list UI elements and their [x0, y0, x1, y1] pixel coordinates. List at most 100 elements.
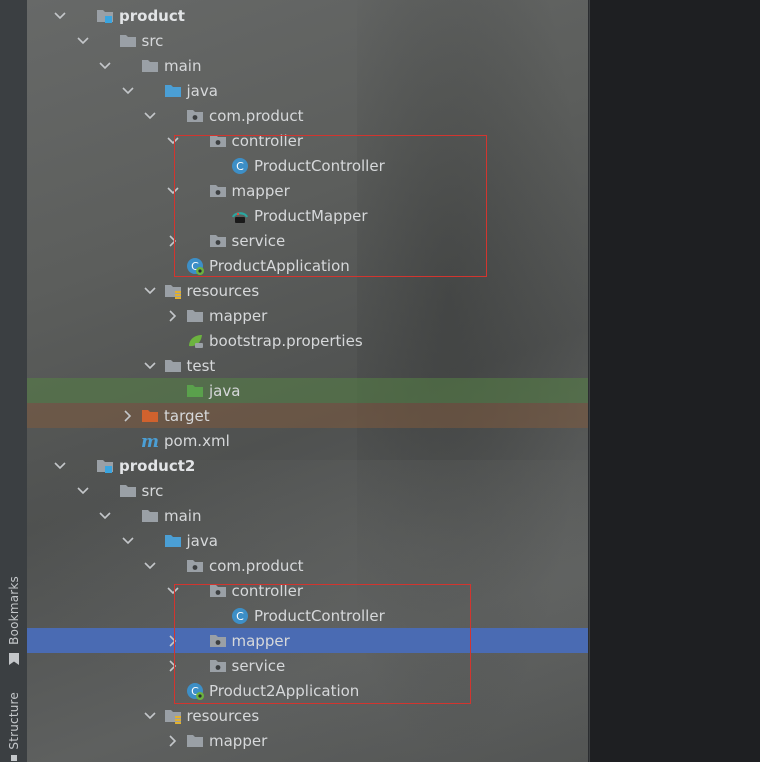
chevron-down-icon[interactable] — [143, 359, 157, 373]
tree-node-label: Product2Application — [209, 681, 360, 700]
tree-node-label: service — [231, 656, 286, 675]
tree-node[interactable]: C ProductController — [27, 603, 588, 628]
chevron-down-icon[interactable] — [166, 134, 180, 148]
tree-node[interactable]: mapper — [27, 303, 588, 328]
folder-icon — [119, 32, 137, 50]
tree-node[interactable]: ProductMapper — [27, 203, 588, 228]
tree-node[interactable]: service — [27, 228, 588, 253]
package-icon — [209, 657, 227, 675]
tree-node-label: main — [164, 56, 202, 75]
tree-node[interactable]: mapper — [27, 628, 588, 653]
tree-node-label: mapper — [231, 631, 290, 650]
test-root-folder-icon — [186, 382, 204, 400]
structure-icon[interactable] — [2, 754, 26, 762]
bookmarks-tab[interactable]: Bookmarks — [2, 575, 26, 645]
tree-node-label: ProductMapper — [254, 206, 368, 225]
chevron-down-icon[interactable] — [53, 459, 67, 473]
tree-node[interactable]: controller — [27, 578, 588, 603]
tree-node-label: product — [119, 6, 185, 25]
chevron-right-icon[interactable] — [166, 659, 180, 673]
tree-node-label: product2 — [119, 456, 196, 475]
chevron-right-icon[interactable] — [166, 309, 180, 323]
tree-node-label: bootstrap.properties — [209, 331, 363, 350]
tree-node[interactable]: C ProductApplication — [27, 253, 588, 278]
resources-folder-icon — [164, 282, 182, 300]
tree-node[interactable]: java — [27, 528, 588, 553]
chevron-right-icon[interactable] — [166, 634, 180, 648]
package-icon — [186, 107, 204, 125]
chevron-down-icon[interactable] — [166, 584, 180, 598]
tree-node[interactable]: controller — [27, 128, 588, 153]
tree-node-label: target — [164, 406, 210, 425]
tree-node[interactable]: src — [27, 28, 588, 53]
chevron-down-icon[interactable] — [121, 534, 135, 548]
tree-node[interactable]: java — [27, 378, 588, 403]
spring-boot-class-icon: C — [186, 682, 204, 700]
tree-node[interactable]: main — [27, 503, 588, 528]
spring-boot-class-icon: C — [186, 257, 204, 275]
source-root-folder-icon — [164, 82, 182, 100]
tree-node-label: resources — [186, 706, 260, 725]
spring-properties-icon — [186, 332, 204, 350]
folder-icon — [141, 507, 159, 525]
package-icon — [209, 582, 227, 600]
tree-node[interactable]: product — [27, 3, 588, 28]
chevron-right-icon[interactable] — [121, 409, 135, 423]
chevron-down-icon[interactable] — [143, 284, 157, 298]
chevron-down-icon[interactable] — [53, 9, 67, 23]
chevron-down-icon[interactable] — [76, 484, 90, 498]
chevron-down-icon[interactable] — [98, 59, 112, 73]
tree-node-label: java — [186, 81, 218, 100]
chevron-right-icon[interactable] — [166, 734, 180, 748]
chevron-down-icon[interactable] — [166, 184, 180, 198]
chevron-down-icon[interactable] — [143, 559, 157, 573]
package-icon — [209, 632, 227, 650]
structure-tab[interactable]: Structure — [2, 690, 26, 752]
tree-node[interactable]: resources — [27, 703, 588, 728]
tree-node[interactable]: C ProductController — [27, 153, 588, 178]
folder-icon — [186, 732, 204, 750]
tree-node[interactable]: main — [27, 53, 588, 78]
tree-node[interactable]: service — [27, 653, 588, 678]
mybatis-mapper-icon — [231, 207, 249, 225]
chevron-right-icon[interactable] — [166, 234, 180, 248]
class-icon: C — [231, 607, 249, 625]
tree-node[interactable]: java — [27, 78, 588, 103]
project-tree-panel: product src main java com.product controller C… — [27, 0, 588, 762]
tree-node[interactable]: resources — [27, 278, 588, 303]
tree-node-label: ProductApplication — [209, 256, 350, 275]
tool-window-stripe: Bookmarks Structure — [0, 0, 28, 762]
chevron-down-icon[interactable] — [143, 109, 157, 123]
source-root-folder-icon — [164, 532, 182, 550]
structure-tab-label: Structure — [7, 692, 21, 750]
chevron-down-icon[interactable] — [143, 709, 157, 723]
tree-node[interactable]: product2 — [27, 453, 588, 478]
tree-node[interactable]: bootstrap.properties — [27, 328, 588, 353]
tree-node[interactable]: target — [27, 403, 588, 428]
tree-node-label: com.product — [209, 106, 304, 125]
tree-node-label: mapper — [209, 731, 268, 750]
tree-node-label: ProductController — [254, 156, 385, 175]
tree-node[interactable]: m pom.xml — [27, 428, 588, 453]
package-icon — [209, 232, 227, 250]
tree-node[interactable]: test — [27, 353, 588, 378]
module-folder-icon — [96, 7, 114, 25]
chevron-down-icon[interactable] — [76, 34, 90, 48]
tree-node-label: test — [186, 356, 216, 375]
bookmark-icon[interactable] — [2, 650, 26, 668]
tree-node[interactable]: mapper — [27, 728, 588, 753]
tree-node[interactable]: src — [27, 478, 588, 503]
class-icon: C — [231, 157, 249, 175]
chevron-down-icon[interactable] — [98, 509, 112, 523]
tree-node-label: resources — [186, 281, 260, 300]
tree-node-label: main — [164, 506, 202, 525]
tree-node[interactable]: mapper — [27, 178, 588, 203]
tree-node-label: com.product — [209, 556, 304, 575]
tree-node-label: mapper — [209, 306, 268, 325]
tree-node[interactable]: com.product — [27, 553, 588, 578]
chevron-down-icon[interactable] — [121, 84, 135, 98]
tree-node[interactable]: C Product2Application — [27, 678, 588, 703]
tree-node[interactable]: com.product — [27, 103, 588, 128]
tree-node-label: mapper — [231, 181, 290, 200]
tree-node-label: controller — [231, 581, 304, 600]
